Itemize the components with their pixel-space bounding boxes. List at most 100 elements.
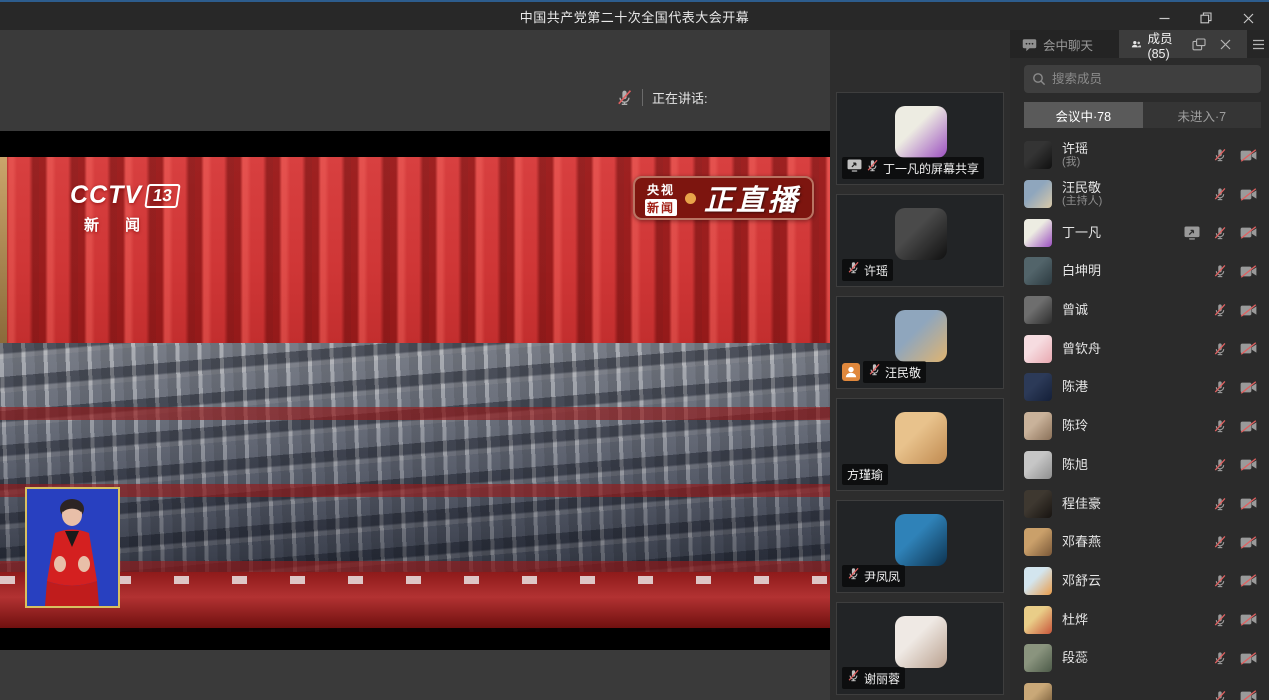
camera-off-button[interactable] [1240, 497, 1257, 510]
participant-avatar [895, 514, 947, 566]
member-row[interactable]: 许瑶 (我) [1010, 136, 1269, 175]
camera-off-button[interactable] [1240, 188, 1257, 201]
participant-thumbnail[interactable]: 汪民敬 [836, 296, 1004, 389]
mic-muted-button[interactable] [1213, 148, 1227, 162]
panel-menu-button[interactable] [1247, 30, 1269, 58]
restore-button[interactable] [1185, 4, 1227, 32]
shared-screen-area: 正在讲话: CCTV 13 新闻 [0, 30, 830, 700]
member-avatar [1024, 490, 1052, 518]
search-input[interactable] [1052, 72, 1253, 86]
close-button[interactable] [1227, 4, 1269, 32]
mic-muted-button[interactable] [1213, 651, 1227, 665]
participant-thumbnail[interactable]: 许瑶 [836, 194, 1004, 287]
participant-name: 谢丽蓉 [864, 670, 900, 687]
camera-off-button[interactable] [1240, 536, 1257, 549]
mic-muted-button[interactable] [1213, 458, 1227, 472]
mic-muted-button[interactable] [1213, 535, 1227, 549]
mic-muted-icon [847, 669, 860, 687]
camera-off-button[interactable] [1240, 265, 1257, 278]
member-row[interactable]: 陈旭 [1010, 446, 1269, 485]
screen-share-icon [1184, 226, 1200, 240]
member-row[interactable]: 陈港 [1010, 368, 1269, 407]
member-row[interactable]: 汪民敬 (主持人) [1010, 175, 1269, 214]
member-row[interactable]: 曾诚 [1010, 291, 1269, 330]
participant-thumbnail[interactable]: 尹凤凤 [836, 500, 1004, 593]
participant-name: 汪民敬 [885, 364, 921, 381]
member-name: 白坤明 [1062, 264, 1213, 278]
camera-off-button[interactable] [1240, 420, 1257, 433]
camera-off-button[interactable] [1240, 574, 1257, 587]
member-avatar [1024, 683, 1052, 700]
filter-not-joined[interactable]: 未进入·7 [1143, 102, 1262, 128]
mic-muted-button[interactable] [1213, 497, 1227, 511]
member-row[interactable]: 丁一凡 [1010, 213, 1269, 252]
members-panel: 会中聊天 成员(85) 会议中·78 未进入·7 [1010, 30, 1269, 700]
camera-off-button[interactable] [1240, 652, 1257, 665]
camera-off-button[interactable] [1240, 381, 1257, 394]
participant-thumbnail[interactable]: 方瑾瑜 [836, 398, 1004, 491]
member-avatar [1024, 606, 1052, 634]
chat-icon [1022, 37, 1037, 52]
mic-muted-button[interactable] [1213, 419, 1227, 433]
participant-avatar [895, 616, 947, 668]
member-avatar [1024, 567, 1052, 595]
camera-off-button[interactable] [1240, 304, 1257, 317]
papers [0, 576, 830, 584]
restore-icon [1200, 12, 1212, 24]
mic-muted-button[interactable] [1213, 613, 1227, 627]
camera-off-button[interactable] [1240, 613, 1257, 626]
mic-muted-button[interactable] [1213, 264, 1227, 278]
member-avatar [1024, 180, 1052, 208]
member-name: 程佳豪 [1062, 497, 1213, 511]
member-row[interactable]: 曾钦舟 [1010, 329, 1269, 368]
interpreter-figure [27, 489, 118, 606]
close-icon [1220, 39, 1231, 50]
tab-members[interactable]: 成员(85) [1119, 30, 1247, 58]
member-row[interactable]: 邓舒云 [1010, 562, 1269, 601]
participant-name: 方瑾瑜 [847, 466, 883, 483]
filter-in-meeting[interactable]: 会议中·78 [1024, 102, 1143, 128]
search-icon [1032, 72, 1046, 86]
mic-muted-icon [847, 261, 860, 279]
member-row[interactable]: 杜烨 [1010, 600, 1269, 639]
mic-muted-button[interactable] [1213, 380, 1227, 394]
mic-muted-button[interactable] [1213, 342, 1227, 356]
popout-panel-button[interactable] [1188, 38, 1210, 51]
close-panel-button[interactable] [1216, 39, 1235, 50]
camera-off-button[interactable] [1240, 226, 1257, 239]
panel-header: 会中聊天 成员(85) [1010, 30, 1269, 58]
mic-muted-button[interactable] [1213, 574, 1227, 588]
member-row[interactable] [1010, 678, 1269, 700]
camera-off-button[interactable] [1240, 149, 1257, 162]
popout-icon [1192, 38, 1206, 51]
participant-avatar [895, 412, 947, 464]
thumbnail-label: 尹凤凤 [842, 565, 905, 587]
member-name: 段蕊 [1062, 651, 1213, 665]
member-row[interactable]: 陈玲 [1010, 407, 1269, 446]
tab-meeting-chat[interactable]: 会中聊天 [1010, 30, 1119, 58]
broadcast-frame: CCTV 13 新闻 央视 新闻 正直播 [0, 157, 830, 628]
member-row[interactable]: 程佳豪 [1010, 484, 1269, 523]
participant-avatar [895, 310, 947, 362]
member-row[interactable]: 白坤明 [1010, 252, 1269, 291]
member-search[interactable] [1024, 65, 1261, 93]
member-row[interactable]: 段蕊 [1010, 639, 1269, 678]
minimize-button[interactable] [1143, 4, 1185, 32]
participant-thumbnail[interactable]: 丁一凡的屏幕共享 [836, 92, 1004, 185]
thumbnail-label: 方瑾瑜 [842, 464, 888, 485]
participant-thumbnail[interactable]: 谢丽蓉 [836, 602, 1004, 695]
member-avatar [1024, 257, 1052, 285]
camera-off-button[interactable] [1240, 458, 1257, 471]
camera-off-button[interactable] [1240, 342, 1257, 355]
mic-muted-icon [868, 363, 881, 381]
live-label: 正直播 [704, 177, 800, 219]
member-row[interactable]: 邓春燕 [1010, 523, 1269, 562]
mic-muted-button[interactable] [1213, 226, 1227, 240]
station-name-top: 央视 [647, 181, 675, 198]
mic-muted-button[interactable] [1213, 187, 1227, 201]
mic-muted-button[interactable] [1213, 690, 1227, 700]
participant-avatar [895, 106, 947, 158]
camera-off-button[interactable] [1240, 690, 1257, 700]
host-badge-icon [842, 363, 860, 381]
mic-muted-button[interactable] [1213, 303, 1227, 317]
